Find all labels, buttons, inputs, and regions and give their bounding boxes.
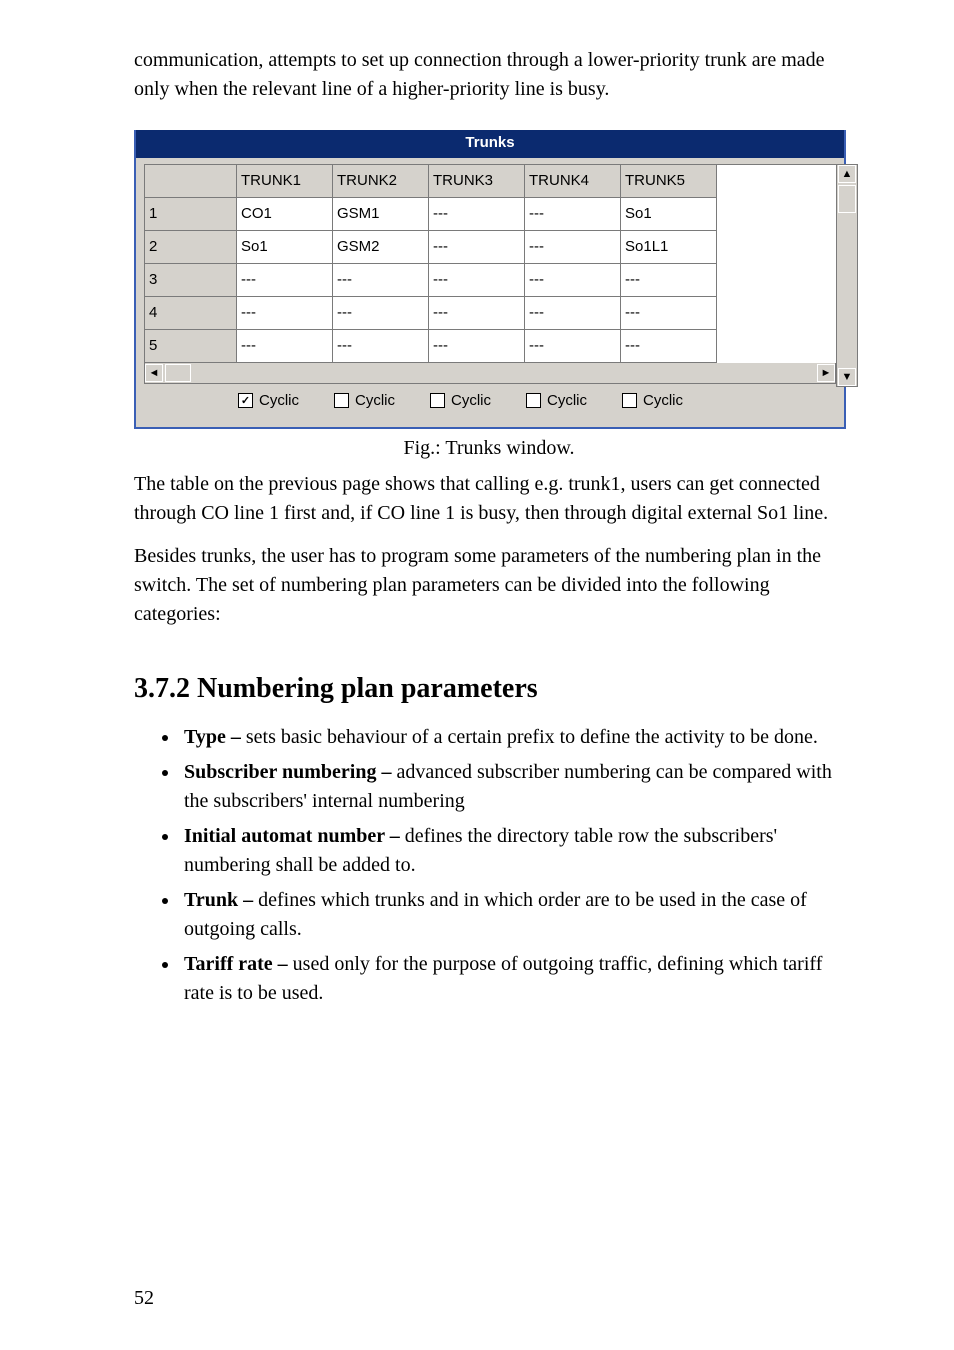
paragraph: Besides trunks, the user has to program … (134, 542, 844, 629)
cyclic-checkbox[interactable] (334, 393, 349, 408)
row-header[interactable]: 5 (145, 330, 237, 363)
cell[interactable]: GSM1 (333, 198, 429, 231)
cell[interactable]: --- (525, 264, 621, 297)
scroll-right-icon[interactable]: ► (817, 364, 835, 382)
cell[interactable]: --- (621, 330, 717, 363)
scroll-up-icon[interactable]: ▲ (838, 165, 856, 183)
section-heading: 3.7.2 Numbering plan parameters (134, 673, 844, 705)
column-header[interactable]: TRUNK1 (237, 165, 333, 198)
cell[interactable]: --- (237, 330, 333, 363)
scroll-thumb[interactable] (838, 185, 856, 213)
cell[interactable]: --- (621, 264, 717, 297)
cell[interactable]: GSM2 (333, 231, 429, 264)
list-item: Subscriber numbering – advanced subscrib… (180, 758, 844, 816)
horizontal-scrollbar[interactable]: ◄ ► (144, 363, 836, 384)
column-header[interactable]: TRUNK4 (525, 165, 621, 198)
cell[interactable]: --- (429, 231, 525, 264)
row-header[interactable]: 3 (145, 264, 237, 297)
list-item: Type – sets basic behaviour of a certain… (180, 723, 844, 752)
list-item: Initial automat number – defines the dir… (180, 822, 844, 880)
cell[interactable]: --- (429, 264, 525, 297)
cyclic-label: Cyclic (355, 392, 395, 409)
cell[interactable]: So1 (237, 231, 333, 264)
row-header[interactable]: 2 (145, 231, 237, 264)
cyclic-checkbox[interactable] (430, 393, 445, 408)
cell[interactable]: So1 (621, 198, 717, 231)
scroll-thumb[interactable] (165, 364, 191, 382)
cell[interactable]: --- (525, 231, 621, 264)
cyclic-checkbox[interactable] (622, 393, 637, 408)
row-header[interactable]: 4 (145, 297, 237, 330)
trunks-table: TRUNK1 TRUNK2 TRUNK3 TRUNK4 TRUNK5 1 CO1… (144, 164, 836, 363)
page-number: 52 (134, 1287, 154, 1310)
row-header[interactable]: 1 (145, 198, 237, 231)
list-item: Tariff rate – used only for the purpose … (180, 950, 844, 1008)
cell[interactable]: --- (429, 297, 525, 330)
column-header[interactable]: TRUNK3 (429, 165, 525, 198)
scroll-down-icon[interactable]: ▼ (838, 368, 856, 386)
column-header[interactable]: TRUNK2 (333, 165, 429, 198)
trunks-panel: Trunks TRUNK1 TRUNK2 TRUNK3 TRUNK4 TRUNK… (134, 130, 846, 429)
cell[interactable]: --- (429, 198, 525, 231)
cell[interactable]: --- (333, 297, 429, 330)
scroll-left-icon[interactable]: ◄ (145, 364, 163, 382)
figure-caption: Fig.: Trunks window. (134, 437, 844, 460)
intro-paragraph: communication, attempts to set up connec… (134, 46, 844, 104)
cell[interactable]: --- (525, 198, 621, 231)
cyclic-row: Cyclic Cyclic Cyclic Cyclic Cyclic (144, 392, 836, 409)
cell[interactable]: --- (525, 330, 621, 363)
cyclic-label: Cyclic (547, 392, 587, 409)
column-header[interactable]: TRUNK5 (621, 165, 717, 198)
bullet-list: Type – sets basic behaviour of a certain… (134, 723, 844, 1008)
cell[interactable]: --- (237, 264, 333, 297)
cell[interactable]: --- (333, 330, 429, 363)
cyclic-checkbox[interactable] (238, 393, 253, 408)
trunks-figure: Trunks TRUNK1 TRUNK2 TRUNK3 TRUNK4 TRUNK… (134, 130, 844, 460)
cell[interactable]: So1L1 (621, 231, 717, 264)
cyclic-label: Cyclic (259, 392, 299, 409)
cell[interactable]: CO1 (237, 198, 333, 231)
cell[interactable]: --- (429, 330, 525, 363)
panel-title: Trunks (136, 130, 844, 158)
cell[interactable]: --- (525, 297, 621, 330)
cell[interactable]: --- (237, 297, 333, 330)
paragraph: The table on the previous page shows tha… (134, 470, 844, 528)
cyclic-label: Cyclic (643, 392, 683, 409)
list-item: Trunk – defines which trunks and in whic… (180, 886, 844, 944)
vertical-scrollbar[interactable]: ▲ ▼ (836, 164, 858, 387)
grid-corner (145, 165, 237, 198)
cell[interactable]: --- (621, 297, 717, 330)
cell[interactable]: --- (333, 264, 429, 297)
cyclic-checkbox[interactable] (526, 393, 541, 408)
cyclic-label: Cyclic (451, 392, 491, 409)
